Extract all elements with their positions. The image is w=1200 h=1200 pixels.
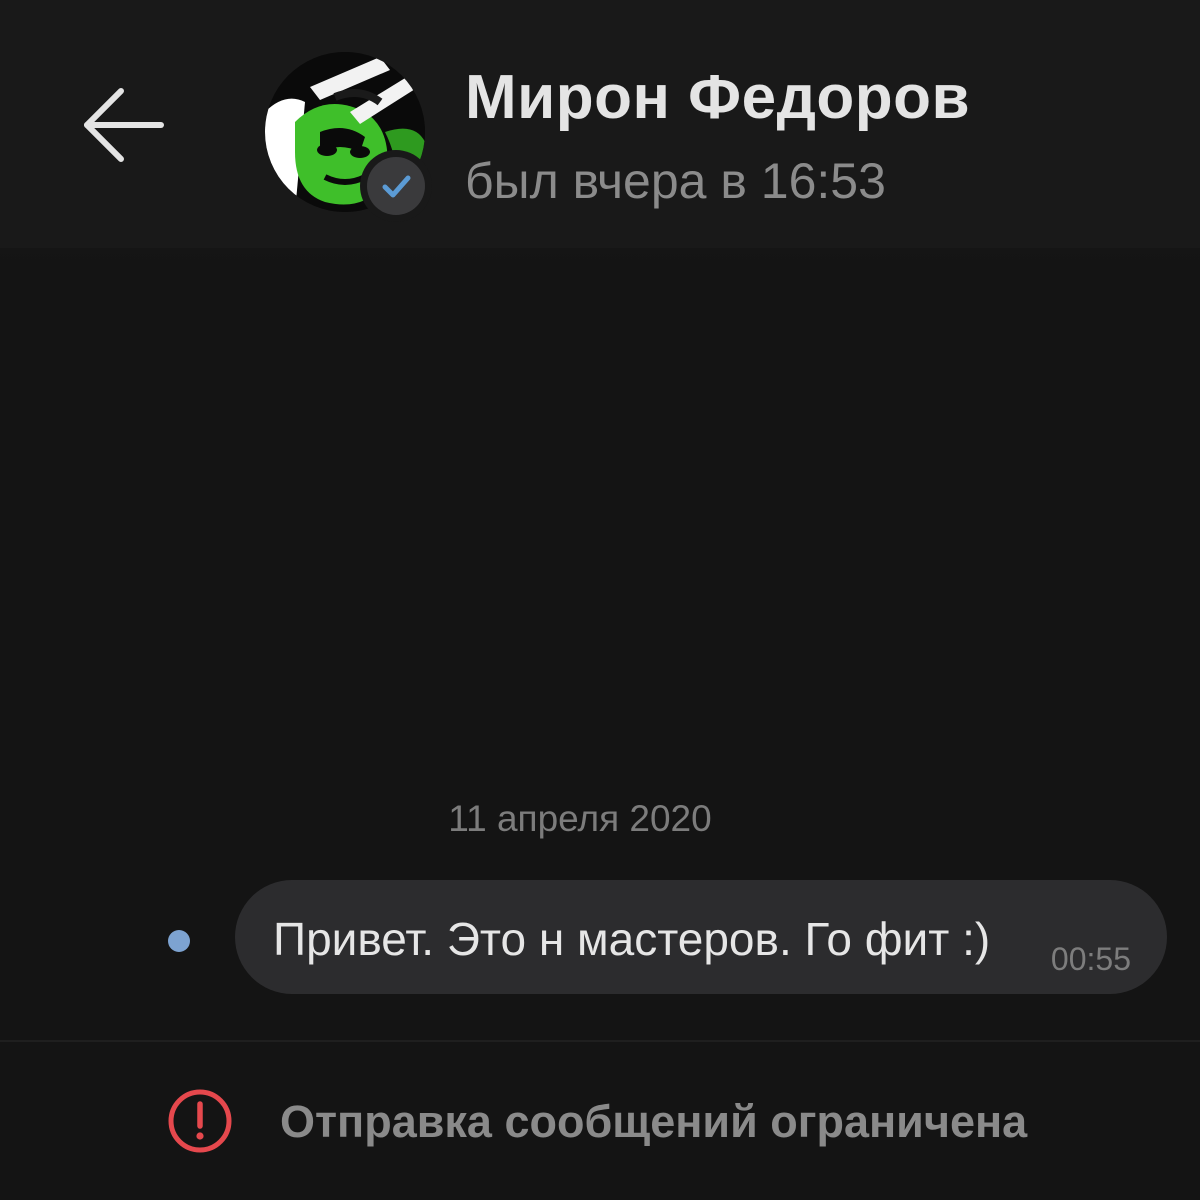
last-seen-status: был вчера в 16:53 <box>465 153 886 209</box>
footer-divider <box>0 1040 1200 1042</box>
chat-screen: Мирон Федоров был вчера в 16:53 11 апрел… <box>0 0 1200 1200</box>
arrow-left-icon <box>84 88 164 162</box>
header-divider <box>0 248 1200 270</box>
message-text: Привет. Это н мастеров. Го фит :) <box>273 913 991 965</box>
avatar-container[interactable] <box>265 52 435 222</box>
message-time: 00:55 <box>1050 941 1131 977</box>
messaging-restricted-notice: Отправка сообщений ограничена <box>280 1096 1028 1147</box>
verified-badge <box>360 150 432 222</box>
verified-check-icon <box>382 175 411 198</box>
unread-indicator <box>168 930 190 952</box>
back-button[interactable] <box>72 80 176 170</box>
exclamation-circle-icon <box>168 1089 232 1153</box>
message-bubble[interactable]: Привет. Это н мастеров. Го фит :) 00:55 <box>235 880 1167 994</box>
chat-header: Мирон Федоров был вчера в 16:53 <box>0 0 1200 248</box>
date-separator: 11 апреля 2020 <box>448 798 712 839</box>
contact-name[interactable]: Мирон Федоров <box>465 62 970 133</box>
